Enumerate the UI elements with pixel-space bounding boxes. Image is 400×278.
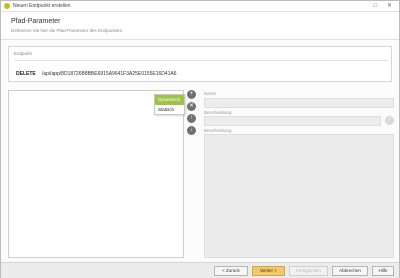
description-label: Beschreibung [204, 128, 232, 133]
menu-item-dynamic[interactable]: Dynamisch [155, 95, 184, 105]
dialog-window: Neuen Endpunkt erstellen □ ✕ Pfad-Parame… [0, 0, 400, 278]
page-header: Pfad-Parameter Definieren Sie hier die P… [1, 12, 399, 40]
window-title: Neuen Endpunkt erstellen [13, 3, 71, 9]
page-title: Pfad-Parameter [11, 18, 61, 25]
page-subtitle: Definieren Sie hier die Pfad-Parameter d… [11, 28, 124, 33]
finish-button[interactable]: Fertigstellen [289, 266, 328, 276]
cancel-button[interactable]: Abbrechen [332, 266, 368, 276]
endpoint-path: /api/app/8D18726B8BBE6915A9641F3A25E0155… [42, 71, 177, 77]
move-up-icon[interactable]: ↑ [187, 114, 196, 123]
parameter-tree[interactable] [8, 90, 184, 258]
add-parameter-menu: Dynamisch Statisch [154, 94, 185, 115]
remove-icon[interactable]: ✕ [187, 102, 196, 111]
add-icon[interactable]: + [187, 90, 196, 99]
name-input[interactable] [204, 98, 394, 108]
back-button[interactable]: < Zurück [214, 266, 248, 276]
description-textarea[interactable] [204, 134, 394, 258]
pattern-input[interactable] [204, 116, 381, 126]
help-button[interactable]: Hilfe [372, 266, 394, 276]
endpoint-panel: Endpoint DELETE /api/app/8D18726B8BBE691… [8, 46, 392, 82]
dialog-footer: < Zurück Weiter > Fertigstellen Abbreche… [1, 262, 399, 278]
menu-item-static[interactable]: Statisch [155, 105, 184, 115]
next-button[interactable]: Weiter > [252, 266, 285, 276]
endpoint-method: DELETE [16, 71, 36, 77]
move-down-icon[interactable]: ↓ [187, 126, 196, 135]
window-controls[interactable]: □ ✕ [374, 2, 396, 10]
app-icon [4, 3, 10, 9]
check-icon[interactable]: ✓ [385, 116, 394, 125]
endpoint-label: Endpoint [14, 51, 32, 56]
title-bar: Neuen Endpunkt erstellen □ ✕ [1, 1, 399, 12]
endpoint-divider [14, 60, 388, 61]
name-label: Name [204, 91, 217, 96]
pattern-label: Beschreibung [204, 110, 232, 115]
